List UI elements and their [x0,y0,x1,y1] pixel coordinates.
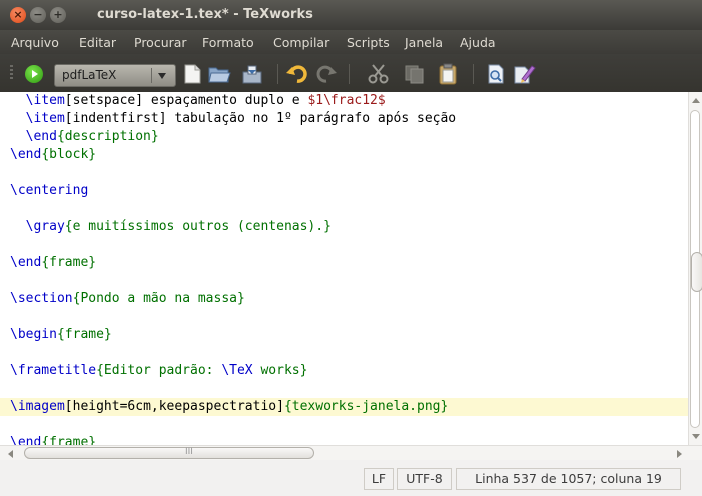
code-token: \imagem [10,399,65,414]
cut-icon[interactable] [367,63,391,85]
vertical-scrollbar[interactable] [688,92,702,445]
code-token: \centering [10,183,89,198]
current-code-line[interactable]: \imagem[height=6cm,keepaspectratio]{texw… [0,398,688,416]
window-title: curso-latex-1.tex* - TeXworks [97,7,313,22]
toolbar-grip[interactable] [10,65,13,81]
code-token: \end [10,435,42,445]
code-token: \end [10,147,42,162]
toolbar-separator [349,64,350,84]
close-window-button[interactable]: × [10,7,26,23]
save-icon[interactable] [240,63,264,85]
maximize-icon: + [53,8,63,21]
code-line[interactable]: \centering [10,182,88,200]
menu-bar: Arquivo Editar Procurar Formato Compilar… [0,30,702,54]
code-token: [height=6cm,keepaspectratio] [64,399,284,414]
code-token: {e muitíssimos outros (centenas).} [64,219,331,234]
maximize-window-button[interactable]: + [50,7,66,23]
code-token: \begin [10,327,57,342]
scroll-grip-marks: III [185,447,193,457]
code-line[interactable]: \item[setspace] espaçamento duplo e $1\f… [10,92,386,110]
code-token: \item [25,93,65,108]
menu-editar[interactable]: Editar [79,35,116,50]
title-bar: × − + curso-latex-1.tex* - TeXworks [0,0,702,30]
code-token: {block} [41,147,97,162]
menu-janela[interactable]: Janela [405,35,443,50]
code-token: \end [25,129,57,144]
code-line[interactable]: \end{block} [10,146,96,164]
scroll-left-icon[interactable] [8,450,13,458]
engine-select[interactable]: pdfLaTeX [54,64,176,87]
typeset-icon[interactable] [25,65,43,83]
code-token: \item [25,111,65,126]
horizontal-scrollbar[interactable]: III [0,445,702,460]
menu-formato[interactable]: Formato [202,35,254,50]
code-token: {frame} [56,327,112,342]
texworks-window: × − + curso-latex-1.tex* - TeXworks Arqu… [0,0,702,496]
code-line[interactable]: \frametitle{Editor padrão: \TeX works} [10,362,307,380]
code-token: [setspace] espaçamento duplo e [64,93,308,108]
open-folder-icon[interactable] [207,63,231,85]
paste-icon[interactable] [436,63,460,85]
code-token: {Pondo a mão na massa} [72,291,245,306]
code-token: {texworks-janela.png} [283,399,449,414]
redo-icon[interactable] [314,63,338,85]
scroll-trough[interactable] [690,110,702,428]
find-icon[interactable] [484,63,508,85]
menu-compilar[interactable]: Compilar [273,35,329,50]
code-token: [indentfirst] tabulação no 1º parágrafo … [64,111,457,126]
cursor-position: Linha 537 de 1057; coluna 19 [456,468,681,490]
code-line[interactable]: \end{frame} [10,254,96,272]
code-token: {frame} [41,435,97,445]
status-bar: LF UTF-8 Linha 537 de 1057; coluna 19 [0,460,702,496]
minimize-window-button[interactable]: − [30,7,46,23]
chevron-down-icon [158,73,166,79]
code-editor[interactable]: \item[setspace] espaçamento duplo e $1\f… [0,92,688,445]
new-document-icon[interactable] [180,63,204,85]
code-line[interactable]: \item[indentfirst] tabulação no 1º parág… [10,110,456,128]
code-token: {description} [56,129,159,144]
code-line[interactable]: \end{frame} [10,434,96,445]
code-line[interactable]: \begin{frame} [10,326,112,344]
code-line[interactable]: \gray{e muitíssimos outros (centenas).} [10,218,331,236]
scroll-right-icon[interactable] [677,450,682,458]
menu-arquivo[interactable]: Arquivo [11,35,59,50]
code-line[interactable]: \section{Pondo a mão na massa} [10,290,245,308]
line-ending-indicator[interactable]: LF [364,468,394,490]
vertical-scroll-handle[interactable] [691,252,702,292]
code-token: \TeX [221,363,253,378]
toolbar-separator [277,64,278,84]
toolbar: pdfLaTeX [0,54,702,92]
replace-icon[interactable] [512,63,536,85]
minimize-icon: − [33,8,43,21]
code-token: \section [10,291,73,306]
engine-select-value: pdfLaTeX [62,68,117,82]
encoding-indicator[interactable]: UTF-8 [397,468,452,490]
code-token: \end [10,255,42,270]
toolbar-separator [473,64,474,84]
engine-select-divider [151,68,152,83]
menu-procurar[interactable]: Procurar [134,35,187,50]
close-icon: × [13,8,23,21]
undo-icon[interactable] [285,63,309,85]
code-token: {frame} [41,255,97,270]
scroll-down-icon[interactable] [692,434,700,439]
code-line[interactable]: \end{description} [10,128,159,146]
code-token: \gray [25,219,65,234]
code-token: \frametitle [10,363,97,378]
code-token: {Editor padrão: [96,363,222,378]
scroll-up-icon[interactable] [692,98,700,103]
code-token: works} [252,363,308,378]
menu-ajuda[interactable]: Ajuda [460,35,496,50]
copy-icon[interactable] [403,63,427,85]
code-token: $1\frac12$ [307,93,386,108]
horizontal-scroll-handle[interactable]: III [24,447,314,459]
menu-scripts[interactable]: Scripts [347,35,390,50]
